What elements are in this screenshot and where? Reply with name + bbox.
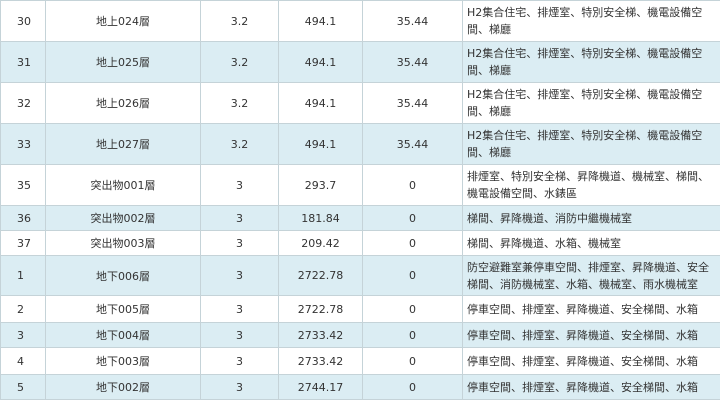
- floor-ratio: 0: [362, 347, 463, 375]
- row-number: 35: [0, 164, 46, 206]
- floor-ratio: 0: [362, 164, 463, 206]
- table-row: 35 突出物001層 3 293.7 0 排煙室、特別安全梯、昇降機道、機械室、…: [0, 164, 720, 206]
- floor-name: 突出物003層: [45, 230, 201, 256]
- floor-ratio: 0: [362, 322, 463, 348]
- floor-use: 排煙室、特別安全梯、昇降機道、機械室、梯間、機電設備空間、水錶區: [462, 164, 720, 206]
- floor-height: 3: [200, 164, 279, 206]
- floor-height: 3.2: [200, 0, 279, 42]
- floor-ratio: 35.44: [362, 0, 463, 42]
- floor-use: 防空避難室兼停車空間、排煙室、昇降機道、安全梯間、消防機械室、水箱、機械室、雨水…: [462, 255, 720, 296]
- floor-area: 293.7: [278, 164, 363, 206]
- floor-name: 突出物002層: [45, 205, 201, 231]
- floor-use: H2集合住宅、排煙室、特別安全梯、機電設備空間、梯廳: [462, 41, 720, 83]
- floor-height: 3.2: [200, 41, 279, 83]
- floor-height: 3: [200, 230, 279, 256]
- floor-use: 停車空間、排煙室、昇降機道、安全梯間、水箱: [462, 322, 720, 348]
- floor-area: 494.1: [278, 123, 363, 165]
- floor-height: 3.2: [200, 123, 279, 165]
- floor-area: 181.84: [278, 205, 363, 231]
- floor-area: 2733.42: [278, 347, 363, 375]
- floor-use: 停車空間、排煙室、昇降機道、安全梯間、水箱: [462, 347, 720, 375]
- row-number: 37: [0, 230, 46, 256]
- floor-height: 3: [200, 322, 279, 348]
- floor-name: 地上026層: [45, 82, 201, 124]
- floor-height: 3: [200, 374, 279, 400]
- floor-area: 209.42: [278, 230, 363, 256]
- row-number: 4: [0, 347, 46, 375]
- floor-name: 突出物001層: [45, 164, 201, 206]
- table-row: 32 地上026層 3.2 494.1 35.44 H2集合住宅、排煙室、特別安…: [0, 82, 720, 124]
- table-row: 4 地下003層 3 2733.42 0 停車空間、排煙室、昇降機道、安全梯間、…: [0, 347, 720, 375]
- floor-area: 494.1: [278, 82, 363, 124]
- floor-use: 梯間、昇降機道、水箱、機械室: [462, 230, 720, 256]
- floor-name: 地下002層: [45, 374, 201, 400]
- row-number: 31: [0, 41, 46, 83]
- floor-height: 3: [200, 347, 279, 375]
- floor-name: 地下005層: [45, 295, 201, 323]
- floor-area: 494.1: [278, 41, 363, 83]
- floor-ratio: 35.44: [362, 41, 463, 83]
- floor-area: 494.1: [278, 0, 363, 42]
- floor-height: 3: [200, 295, 279, 323]
- floor-name: 地上024層: [45, 0, 201, 42]
- floor-ratio: 0: [362, 255, 463, 296]
- row-number: 3: [0, 322, 46, 348]
- table-row: 31 地上025層 3.2 494.1 35.44 H2集合住宅、排煙室、特別安…: [0, 41, 720, 83]
- floor-table: 30 地上024層 3.2 494.1 35.44 H2集合住宅、排煙室、特別安…: [0, 0, 720, 400]
- floor-use: H2集合住宅、排煙室、特別安全梯、機電設備空間、梯廳: [462, 82, 720, 124]
- table-row: 36 突出物002層 3 181.84 0 梯間、昇降機道、消防中繼機械室: [0, 205, 720, 231]
- floor-name: 地下004層: [45, 322, 201, 348]
- floor-use: H2集合住宅、排煙室、特別安全梯、機電設備空間、梯廳: [462, 0, 720, 42]
- floor-table-body: 30 地上024層 3.2 494.1 35.44 H2集合住宅、排煙室、特別安…: [0, 0, 720, 400]
- floor-height: 3: [200, 255, 279, 296]
- floor-ratio: 35.44: [362, 123, 463, 165]
- floor-use: H2集合住宅、排煙室、特別安全梯、機電設備空間、梯廳: [462, 123, 720, 165]
- floor-ratio: 0: [362, 374, 463, 400]
- floor-ratio: 0: [362, 205, 463, 231]
- row-number: 30: [0, 0, 46, 42]
- floor-height: 3.2: [200, 82, 279, 124]
- floor-name: 地上025層: [45, 41, 201, 83]
- floor-ratio: 35.44: [362, 82, 463, 124]
- floor-name: 地上027層: [45, 123, 201, 165]
- row-number: 33: [0, 123, 46, 165]
- floor-ratio: 0: [362, 295, 463, 323]
- floor-ratio: 0: [362, 230, 463, 256]
- table-row: 30 地上024層 3.2 494.1 35.44 H2集合住宅、排煙室、特別安…: [0, 0, 720, 42]
- table-row: 3 地下004層 3 2733.42 0 停車空間、排煙室、昇降機道、安全梯間、…: [0, 322, 720, 348]
- row-number: 5: [0, 374, 46, 400]
- table-row: 5 地下002層 3 2744.17 0 停車空間、排煙室、昇降機道、安全梯間、…: [0, 374, 720, 400]
- floor-area: 2722.78: [278, 255, 363, 296]
- floor-name: 地下003層: [45, 347, 201, 375]
- row-number: 32: [0, 82, 46, 124]
- floor-use: 停車空間、排煙室、昇降機道、安全梯間、水箱: [462, 295, 720, 323]
- table-row: 2 地下005層 3 2722.78 0 停車空間、排煙室、昇降機道、安全梯間、…: [0, 295, 720, 323]
- floor-height: 3: [200, 205, 279, 231]
- floor-area: 2722.78: [278, 295, 363, 323]
- floor-area: 2744.17: [278, 374, 363, 400]
- table-row: 37 突出物003層 3 209.42 0 梯間、昇降機道、水箱、機械室: [0, 230, 720, 256]
- table-row: 1 地下006層 3 2722.78 0 防空避難室兼停車空間、排煙室、昇降機道…: [0, 255, 720, 296]
- row-number: 2: [0, 295, 46, 323]
- row-number: 1: [0, 255, 46, 296]
- table-row: 33 地上027層 3.2 494.1 35.44 H2集合住宅、排煙室、特別安…: [0, 123, 720, 165]
- floor-use: 梯間、昇降機道、消防中繼機械室: [462, 205, 720, 231]
- floor-area: 2733.42: [278, 322, 363, 348]
- floor-name: 地下006層: [45, 255, 201, 296]
- row-number: 36: [0, 205, 46, 231]
- floor-use: 停車空間、排煙室、昇降機道、安全梯間、水箱: [462, 374, 720, 400]
